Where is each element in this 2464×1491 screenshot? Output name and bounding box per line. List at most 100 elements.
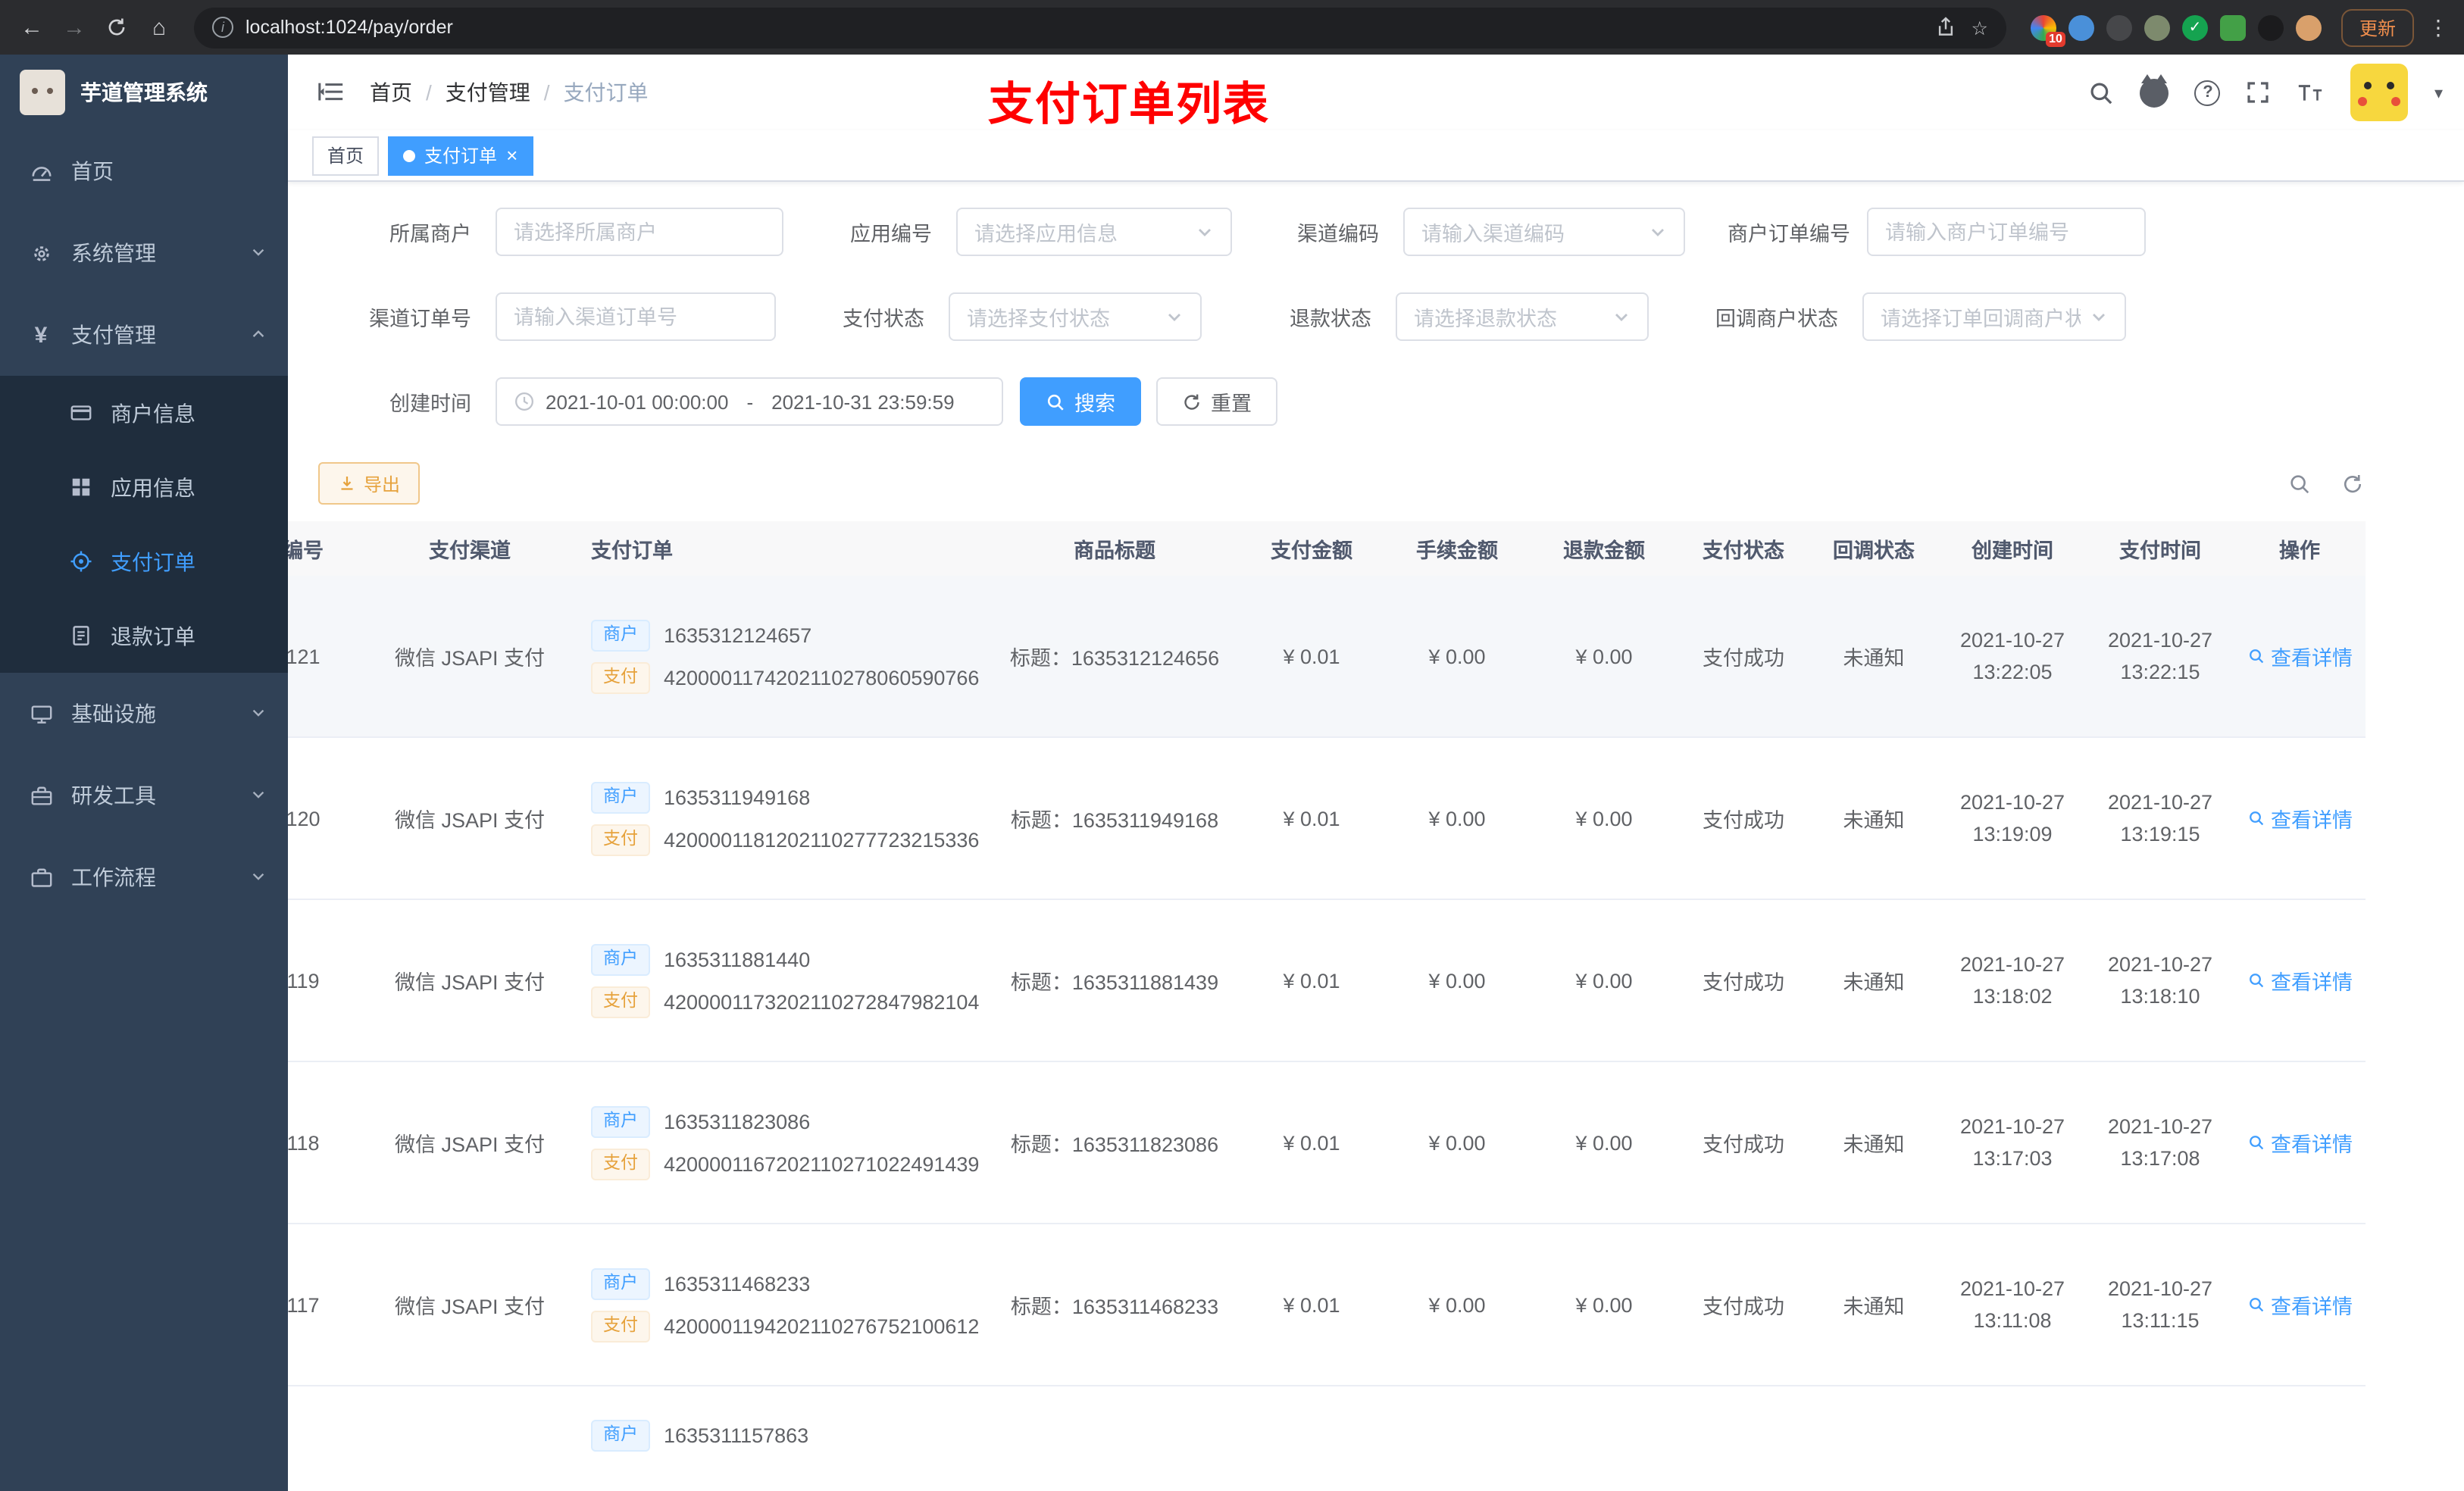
create-time-range-picker[interactable]: 2021-10-01 00:00:00 - 2021-10-31 23:59:5… — [496, 377, 1003, 426]
address-bar[interactable]: i localhost:1024/pay/order ☆ — [194, 7, 2006, 48]
browser-home-button[interactable]: ⌂ — [139, 8, 179, 47]
help-icon[interactable]: ? — [2194, 80, 2221, 105]
table-row: 119 微信 JSAPI 支付 商户 1635311881440 支付 420000… — [288, 900, 2366, 1062]
sidebar-item-merchant-info[interactable]: 商户信息 — [0, 376, 288, 450]
avatar-caret-icon[interactable]: ▾ — [2434, 83, 2443, 102]
user-avatar[interactable] — [2350, 64, 2409, 121]
browser-menu-icon[interactable]: ⋮ — [2425, 14, 2452, 40]
sidebar-item-refund-order[interactable]: 退款订单 — [0, 599, 288, 673]
merchant-order-no-field[interactable] — [1867, 208, 2146, 256]
merchant-input[interactable] — [514, 220, 765, 243]
tab-close-icon[interactable]: × — [506, 145, 518, 165]
grid-icon — [68, 476, 92, 499]
sidebar-item-pay-order[interactable]: 支付订单 — [0, 524, 288, 599]
cell-paid: 2021-10-27 13:17:08 — [2107, 1115, 2213, 1170]
toggle-search-icon[interactable] — [2288, 472, 2311, 495]
cell-created: 2021-10-27 13:17:03 — [1959, 1115, 2065, 1170]
sidebar-item-payment[interactable]: ¥ 支付管理 — [0, 294, 288, 376]
view-detail-link[interactable]: 查看详情 — [2247, 641, 2353, 671]
app-select[interactable]: 请选择应用信息 — [956, 208, 1232, 256]
github-icon[interactable] — [2140, 73, 2169, 107]
bookmark-star-icon[interactable]: ☆ — [1972, 16, 1988, 39]
merchant-order-no-input[interactable] — [1885, 220, 2128, 243]
breadcrumb-separator: / — [426, 80, 432, 105]
cell-notify: 未通知 — [1843, 1296, 1905, 1318]
merchant-order-no: 1635311157863 — [664, 1424, 809, 1447]
channel-code-select[interactable]: 请输入渠道编码 — [1403, 208, 1685, 256]
notify-status-select[interactable]: 请选择订单回调商户状态 — [1862, 292, 2126, 341]
search-icon[interactable] — [2089, 80, 2115, 105]
sidebar-item-label: 基础设施 — [71, 702, 156, 726]
col-amount: 支付金额 — [1271, 539, 1352, 562]
sidebar-item-dev-tools[interactable]: 研发工具 — [0, 755, 288, 836]
extension-icon-colorful[interactable]: 10 — [2030, 14, 2065, 46]
sidebar-item-label: 工作流程 — [71, 865, 156, 889]
sidebar-item-workflow[interactable]: 工作流程 — [0, 836, 288, 918]
sidebar-item-label: 退款订单 — [111, 624, 195, 648]
view-detail-link[interactable]: 查看详情 — [2247, 1127, 2353, 1158]
briefcase-icon — [29, 866, 53, 889]
sidebar-fold-icon[interactable] — [303, 65, 358, 120]
breadcrumb-pay[interactable]: 支付管理 — [446, 77, 530, 108]
date-end: 2021-10-31 23:59:59 — [771, 390, 955, 413]
reset-button[interactable]: 重置 — [1156, 377, 1277, 426]
detail-search-icon — [2249, 974, 2263, 988]
extension-icon-green-check[interactable]: ✓ — [2181, 14, 2208, 40]
export-button[interactable]: 导出 — [318, 462, 421, 505]
sidebar-item-system[interactable]: 系统管理 — [0, 212, 288, 294]
chrome-update-button[interactable]: 更新 — [2340, 8, 2414, 46]
extension-icon-dark-globe[interactable] — [2106, 14, 2132, 40]
extension-icon-blue-drop[interactable] — [2068, 14, 2094, 40]
cell-refund: ¥ 0.00 — [1575, 1131, 1633, 1154]
extension-icon-olive[interactable] — [2143, 14, 2170, 40]
cell-id: 121 — [288, 645, 321, 667]
extension-icon-pinwheel[interactable] — [2257, 14, 2284, 40]
breadcrumb: 首页 / 支付管理 / 支付订单 — [370, 77, 649, 108]
payment-submenu: 商户信息 应用信息 支付订单 退款订单 — [0, 376, 288, 673]
cell-channel: 微信 JSAPI 支付 — [394, 809, 545, 832]
cell-actions: 查看详情 — [2234, 1127, 2366, 1158]
cell-paid: 2021-10-27 13:11:15 — [2107, 1277, 2213, 1332]
tab-label: 首页 — [327, 145, 364, 167]
pay-status-select[interactable]: 请选择支付状态 — [949, 292, 1202, 341]
browser-back-button[interactable]: ← — [12, 8, 52, 47]
channel-order-no-input[interactable] — [514, 305, 758, 328]
view-detail-link[interactable]: 查看详情 — [2247, 1289, 2353, 1320]
view-detail-link[interactable]: 查看详情 — [2247, 965, 2353, 996]
merchant-select[interactable] — [496, 208, 783, 256]
share-icon[interactable] — [1935, 17, 1956, 38]
notify-status-placeholder: 请选择订单回调商户状态 — [1881, 308, 2081, 330]
view-detail-link[interactable]: 查看详情 — [2247, 803, 2353, 833]
breadcrumb-home[interactable]: 首页 — [370, 77, 412, 108]
merchant-order-no: 1635312124657 — [664, 624, 812, 646]
browser-forward-button[interactable]: → — [55, 8, 94, 47]
cell-order: 商户 1635311157863 — [583, 1420, 990, 1452]
filter-row-1: 所属商户 应用编号 请选择应用信息 渠道编码 — [288, 208, 2464, 256]
refund-status-select[interactable]: 请选择退款状态 — [1396, 292, 1649, 341]
tab-pay-order[interactable]: 支付订单 × — [388, 136, 533, 175]
font-size-icon[interactable] — [2297, 81, 2325, 104]
extension-icon-face[interactable] — [2295, 14, 2322, 40]
merchant-order-no: 1635311881440 — [664, 948, 811, 971]
table-row: 118 微信 JSAPI 支付 商户 1635311823086 支付 420000… — [288, 1062, 2366, 1224]
sidebar-item-home[interactable]: 首页 — [0, 130, 288, 212]
search-button[interactable]: 搜索 — [1020, 377, 1141, 426]
site-info-icon[interactable]: i — [212, 17, 233, 38]
logo[interactable]: 芋道管理系统 — [0, 55, 288, 130]
sidebar-item-infra[interactable]: 基础设施 — [0, 673, 288, 755]
refresh-table-icon[interactable] — [2341, 472, 2364, 495]
channel-code-label: 渠道编码 — [1297, 223, 1379, 245]
browser-reload-button[interactable] — [97, 8, 136, 47]
cell-actions: 查看详情 — [2234, 641, 2366, 671]
fullscreen-icon[interactable] — [2247, 80, 2271, 105]
col-order: 支付订单 — [591, 539, 673, 562]
cell-actions: 查看详情 — [2234, 965, 2366, 996]
tab-home[interactable]: 首页 — [312, 136, 380, 175]
cell-fee: ¥ 0.00 — [1428, 1293, 1486, 1316]
table-row-partial: 商户 1635311157863 — [288, 1386, 2366, 1491]
channel-order-no-field[interactable] — [496, 292, 776, 341]
extension-badge: 10 — [2046, 31, 2065, 46]
sidebar-item-app-info[interactable]: 应用信息 — [0, 450, 288, 524]
extension-icon-green-chat[interactable] — [2219, 14, 2246, 40]
cell-fee: ¥ 0.00 — [1428, 969, 1486, 992]
